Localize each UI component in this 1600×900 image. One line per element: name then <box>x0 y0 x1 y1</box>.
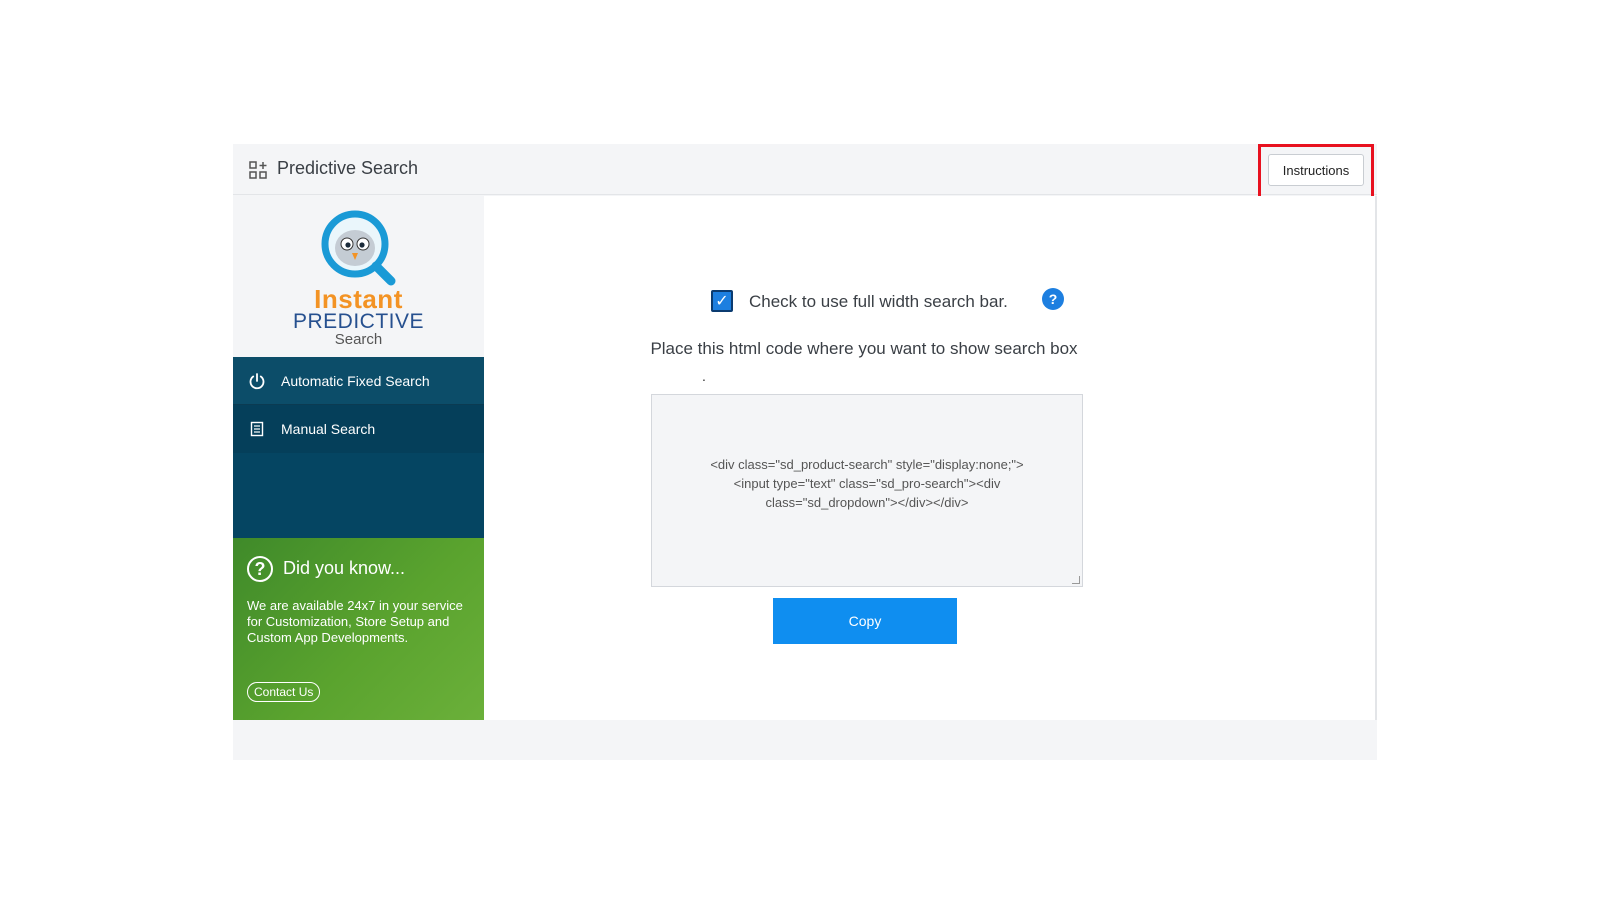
did-you-know-panel: ? Did you know... We are available 24x7 … <box>233 538 484 720</box>
document-icon <box>247 419 267 439</box>
main-content: ✓ Check to use full width search bar. ? … <box>484 196 1375 720</box>
checkmark-icon: ✓ <box>715 293 729 310</box>
html-code-textarea[interactable]: <div class="sd_product-search" style="di… <box>651 394 1083 587</box>
resize-grip-icon[interactable] <box>1072 576 1080 584</box>
page-title: Predictive Search <box>277 158 419 178</box>
tip-title: Did you know... <box>283 558 406 578</box>
dot-text: . <box>702 368 706 384</box>
sidebar-item-automatic-fixed-search[interactable]: Automatic Fixed Search <box>233 357 484 405</box>
sidebar: Instant PREDICTIVE Search Automatic Fixe… <box>233 196 484 720</box>
owl-magnifier-logo-icon <box>321 210 396 286</box>
place-code-instruction: Place this html code where you want to s… <box>650 339 1078 358</box>
logo-search-text: Search <box>334 331 383 348</box>
sidebar-nav: Automatic Fixed Search Manual Search <box>233 357 484 538</box>
full-width-checkbox[interactable]: ✓ <box>711 290 733 312</box>
instructions-button[interactable]: Instructions <box>1268 154 1364 186</box>
app-frame: Predictive Search Instructions Instant P… <box>233 144 1377 760</box>
sidebar-item-label: Automatic Fixed Search <box>281 372 430 389</box>
full-width-checkbox-label: Check to use full width search bar. <box>749 292 1008 311</box>
question-circle-icon: ? <box>247 556 273 582</box>
logo: Instant PREDICTIVE Search <box>233 196 484 357</box>
top-bar: Predictive Search Instructions <box>233 144 1377 199</box>
help-icon[interactable]: ? <box>1042 288 1064 310</box>
sidebar-item-manual-search[interactable]: Manual Search <box>233 405 484 453</box>
sidebar-item-label: Manual Search <box>281 421 376 437</box>
contact-us-button[interactable]: Contact Us <box>247 682 321 702</box>
apps-grid-icon <box>249 161 267 179</box>
power-icon <box>247 371 267 391</box>
divider <box>1375 196 1377 720</box>
copy-button[interactable]: Copy <box>773 598 957 644</box>
tip-text: We are available 24x7 in your service fo… <box>247 598 463 645</box>
